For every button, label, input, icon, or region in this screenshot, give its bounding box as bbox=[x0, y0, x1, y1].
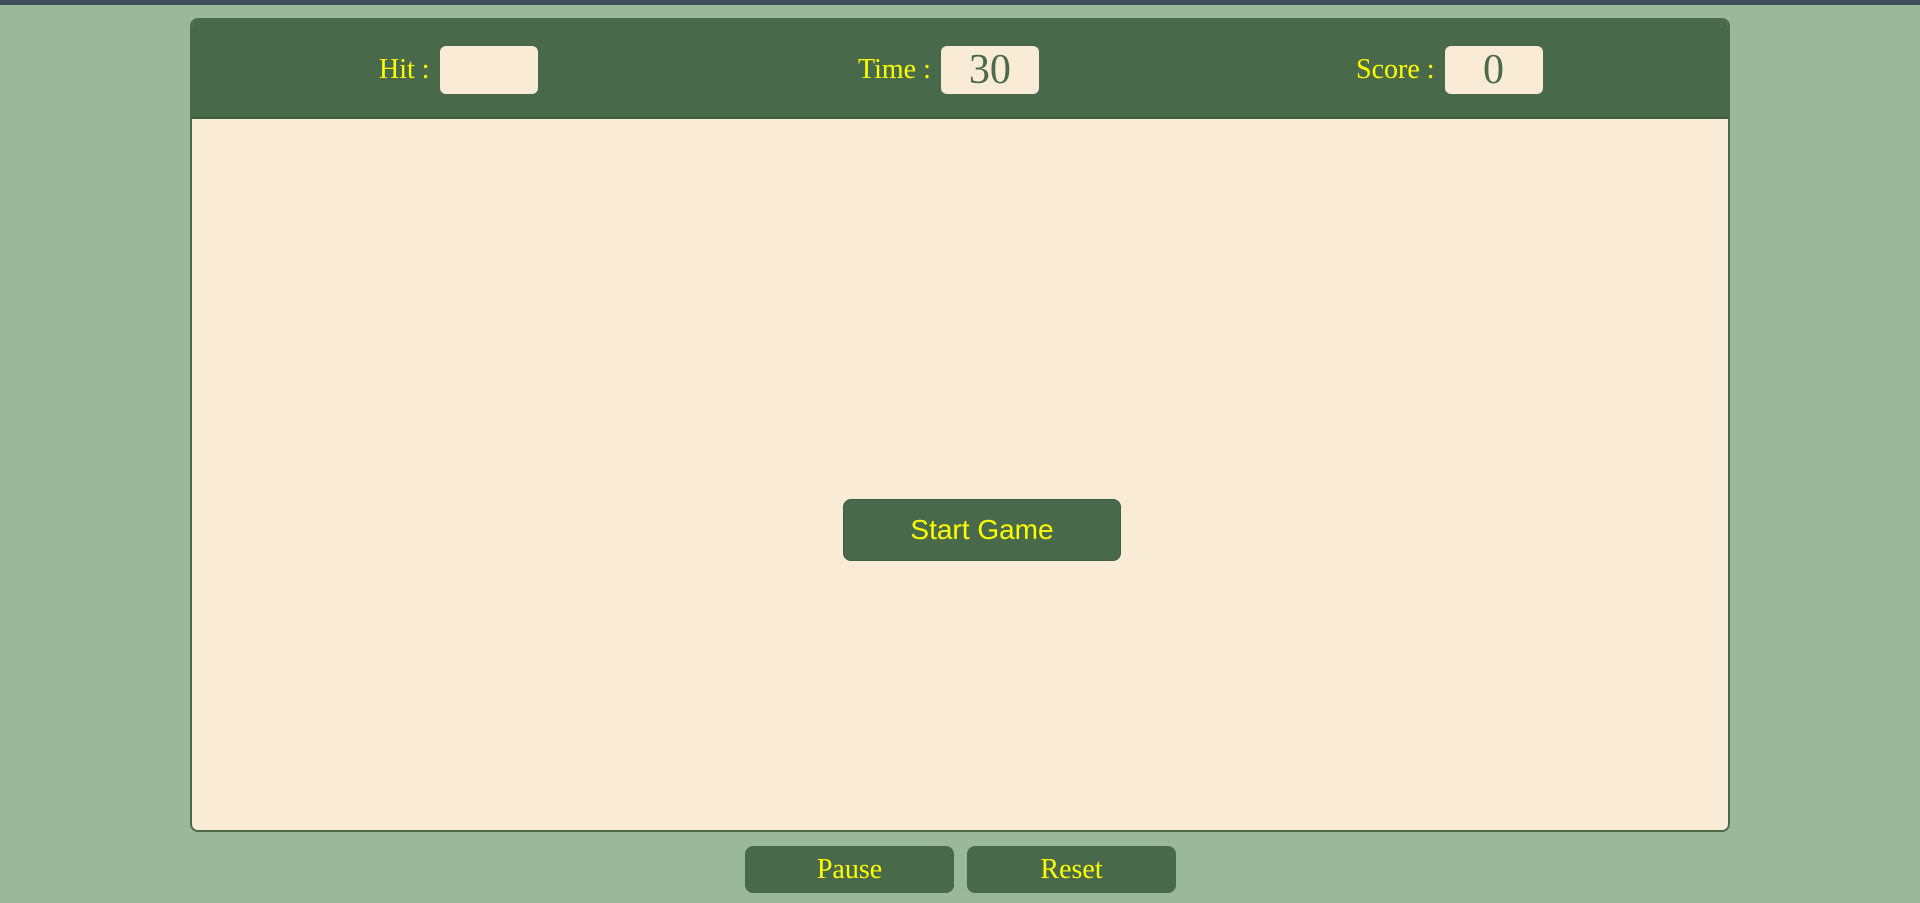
score-value-box: 0 bbox=[1444, 46, 1543, 94]
time-label: Time : bbox=[858, 54, 931, 85]
scoreboard-bar: Hit : Time : 30 Score : 0 bbox=[192, 20, 1728, 119]
time-value-box: 30 bbox=[940, 46, 1039, 94]
hit-stat: Hit : bbox=[379, 46, 538, 94]
start-game-button[interactable]: Start Game bbox=[843, 499, 1121, 561]
reset-button[interactable]: Reset bbox=[967, 846, 1176, 893]
top-browser-strip bbox=[0, 0, 1920, 5]
score-label: Score : bbox=[1356, 54, 1435, 85]
pause-button[interactable]: Pause bbox=[745, 846, 954, 893]
time-stat: Time : 30 bbox=[858, 46, 1039, 94]
game-board: Hit : Time : 30 Score : 0 Start Game bbox=[190, 18, 1730, 832]
hit-value-box bbox=[439, 46, 538, 94]
hit-label: Hit : bbox=[379, 54, 430, 85]
score-stat: Score : 0 bbox=[1356, 46, 1543, 94]
